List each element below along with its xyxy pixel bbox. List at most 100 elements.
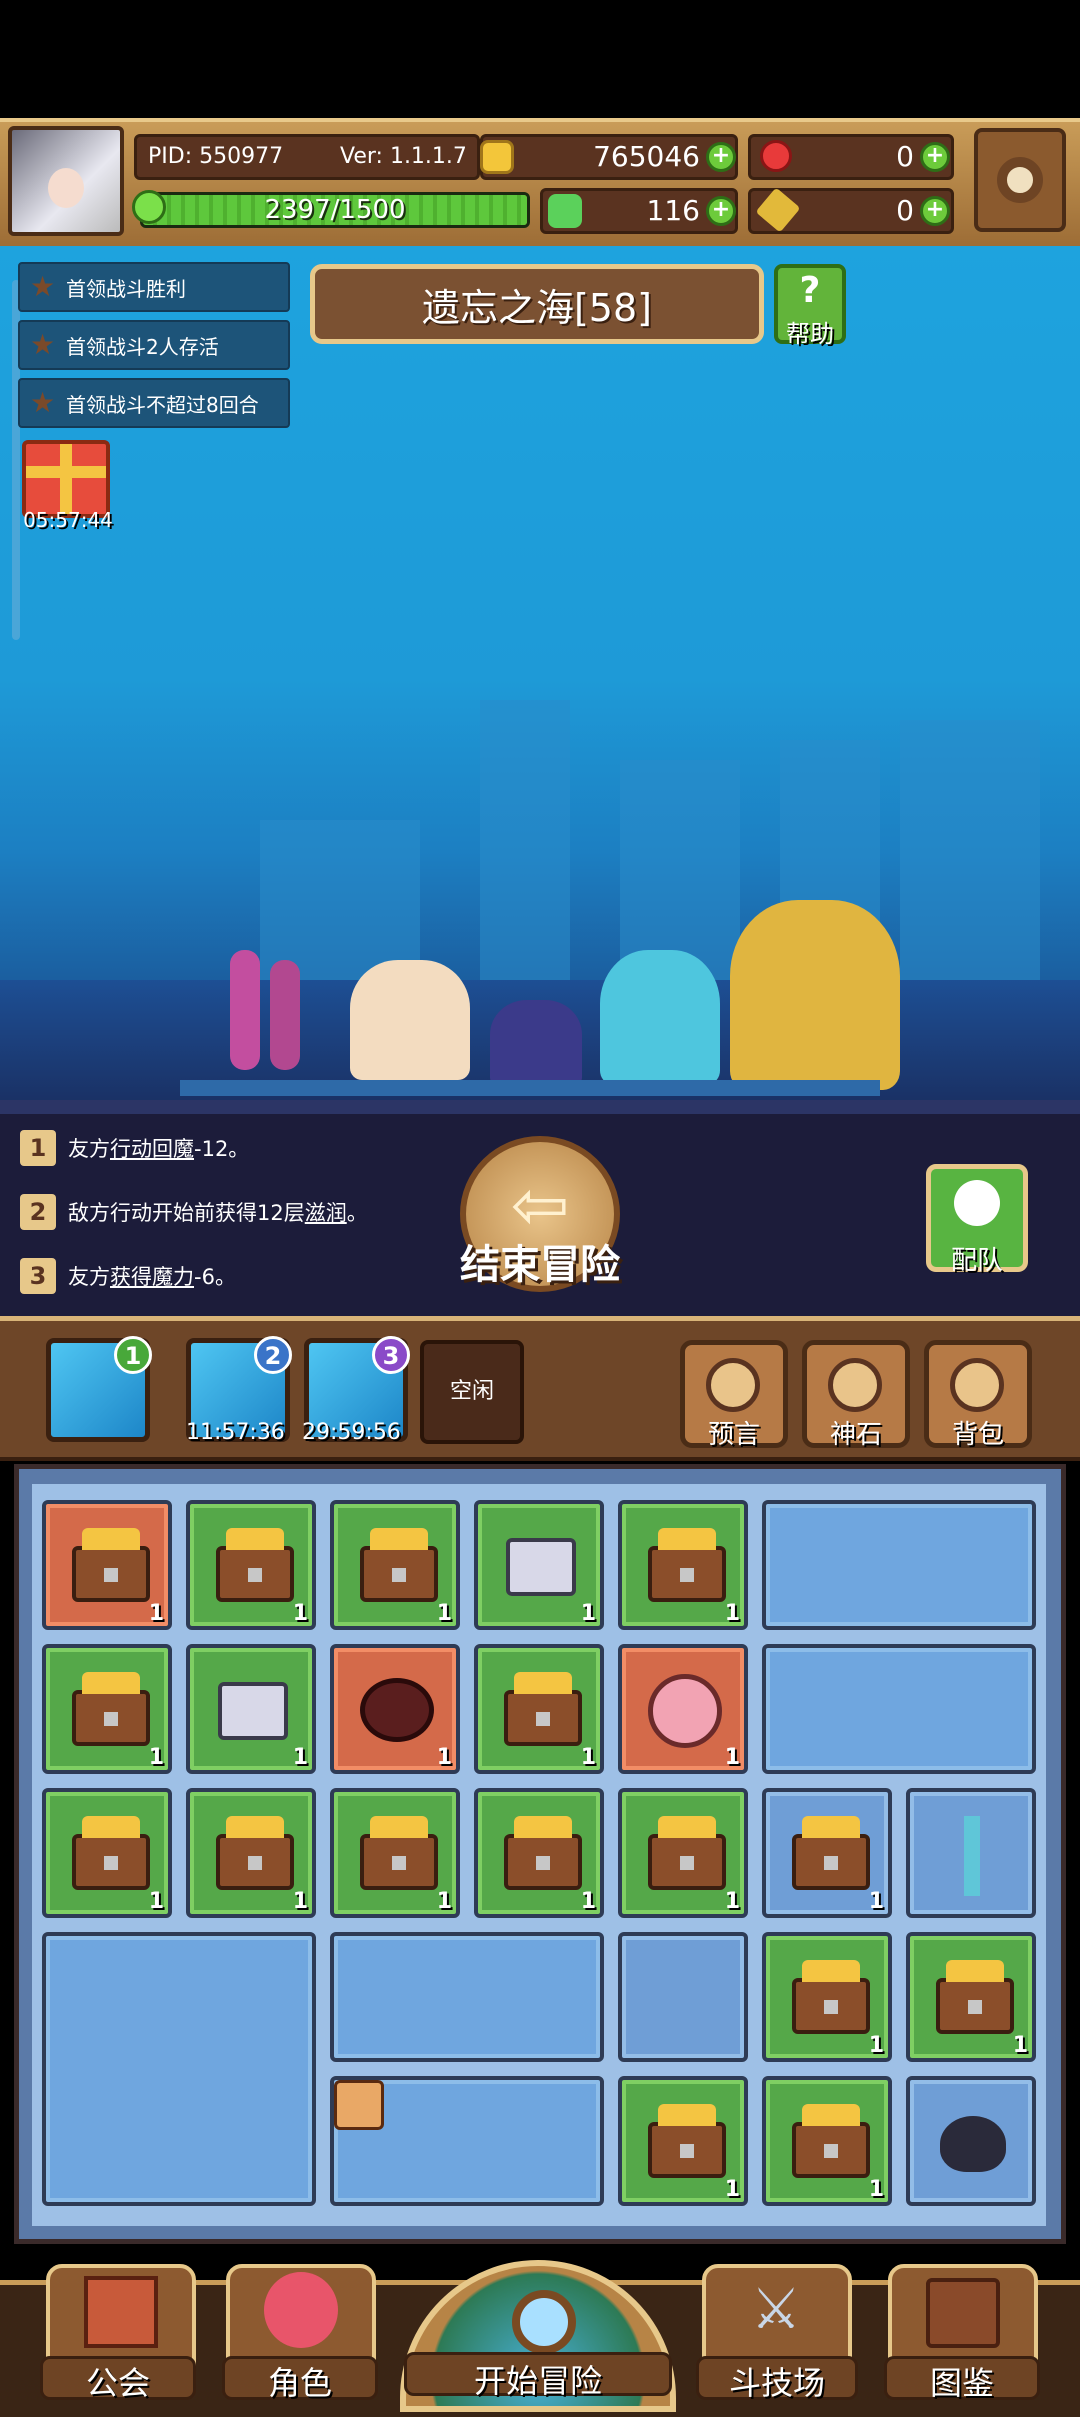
idle-slot[interactable]: 空闲 [420,1340,524,1444]
map-cell-anchor[interactable] [906,1788,1036,1918]
ground-edge [0,1100,1080,1114]
map-cell-silver-chest[interactable]: 1 [186,1644,316,1774]
gold-coin-icon [480,140,514,174]
nav-guild-label: 公会 [85,2364,150,2402]
godstone-icon [828,1358,882,1412]
character-icon [264,2272,338,2348]
map-cell-monster[interactable]: 1 [330,1644,460,1774]
team-label: 配队 [950,1246,1003,1276]
map-terrain-turtle [762,1644,1036,1774]
map-cell-chest[interactable]: 1 [330,1788,460,1918]
pid-text: PID: 550977 [148,144,284,169]
slot-badge: 1 [114,1336,152,1374]
map-cell-chest[interactable]: 1 [474,1788,604,1918]
keyword-link[interactable]: 获得魔力 [110,1261,194,1291]
backpack-icon [950,1358,1004,1412]
battle-log-line: 3 友方 获得魔力 -6。 [20,1256,236,1296]
backpack-label: 背包 [951,1420,1004,1450]
end-adventure-label: 结束冒险 [460,1242,620,1288]
version-text: Ver: 1.1.1.7 [340,144,467,169]
coral-decoration [230,950,260,1070]
start-adventure-label: 开始冒险 [473,2362,602,2400]
quest-item: ★ 首领战斗胜利 [18,262,290,312]
treasure-chest-icon [504,1816,582,1890]
treasure-chest-icon [72,1528,150,1602]
magnifier-icon [512,2290,576,2354]
map-cell-chest[interactable]: 1 [762,1932,892,2062]
map-cell-cauldron[interactable] [906,2076,1036,2206]
nav-codex-label: 图鉴 [929,2364,994,2402]
help-label: 帮助 [786,320,834,348]
map-cell-chest[interactable]: 1 [762,1788,892,1918]
map-cell-monster[interactable]: 1 [618,1644,748,1774]
guild-house-icon [84,2276,158,2348]
map-cell-chest[interactable]: 1 [618,2076,748,2206]
map-cell-chest[interactable]: 1 [906,1932,1036,2062]
silver-chest-icon [506,1538,576,1596]
anchor-icon [964,1816,980,1896]
hero-character[interactable] [730,900,900,1090]
settings-button[interactable] [974,128,1066,232]
add-clover-button[interactable]: + [706,196,736,226]
add-ruby-button[interactable]: + [920,142,950,172]
battle-log-line: 2 敌方行动开始前获得12层 滋润。 [20,1192,368,1232]
godstone-label: 神石 [829,1420,882,1450]
map-cell-chest[interactable]: 1 [618,1500,748,1630]
hero-character[interactable] [600,950,720,1084]
star-icon: ★ [30,328,56,361]
area-title: 遗忘之海[58] [310,264,764,344]
ruin-pillar [900,720,1040,1000]
clover-amount: 116 [646,194,700,227]
nav-arena-label: 斗技场 [728,2364,825,2402]
treasure-chest-icon [360,1528,438,1602]
platform [180,1080,880,1096]
map-cell-chest[interactable]: 1 [42,1500,172,1630]
quest-item: ★ 首领战斗不超过8回合 [18,378,290,428]
slot-timer: 11:57:36 [186,1420,285,1445]
add-gold-button[interactable]: + [706,142,736,172]
treasure-chest-icon [216,1528,294,1602]
team-icon [954,1180,1000,1226]
map-cell-chest[interactable]: 1 [42,1788,172,1918]
slot-badge: 3 [372,1336,410,1374]
monster-icon [360,1678,434,1742]
map-cell-chest[interactable]: 1 [186,1788,316,1918]
monster-icon [648,1674,722,1748]
hero-character[interactable] [350,960,470,1080]
map-cell-chest[interactable]: 1 [474,1644,604,1774]
treasure-chest-icon [504,1672,582,1746]
slot-timer: 29:59:56 [302,1420,401,1445]
gift-timer: 05:57:44 [23,508,113,532]
hero-character[interactable] [490,1000,582,1086]
add-key-button[interactable]: + [920,196,950,226]
adventure-toolbar [0,1316,1080,1461]
keyword-link[interactable]: 滋润 [305,1197,347,1227]
treasure-chest-icon [648,2104,726,2178]
crystal-ball-icon [706,1358,760,1412]
treasure-chest-icon [792,2104,870,2178]
map-terrain-coral-arch [42,1932,316,2206]
map-cell-chest[interactable]: 1 [186,1500,316,1630]
cauldron-icon [940,2116,1006,2172]
map-cell-chest[interactable]: 1 [330,1500,460,1630]
treasure-chest-icon [648,1528,726,1602]
map-cell-silver-chest[interactable]: 1 [474,1500,604,1630]
treasure-chest-icon [792,1960,870,2034]
map-cell-chest[interactable]: 1 [618,1788,748,1918]
signpost-icon[interactable] [334,2080,384,2130]
map-cell-chest[interactable]: 1 [42,1644,172,1774]
crossed-swords-icon: ⚔ [750,2277,802,2342]
map-terrain-coral-ruins [762,1500,1036,1630]
map-cell-chest[interactable]: 1 [762,2076,892,2206]
treasure-chest-icon [72,1816,150,1890]
map-cell-empty[interactable] [618,1932,748,2062]
treasure-chest-icon [936,1960,1014,2034]
map-terrain-anemone [330,1932,604,2062]
player-avatar[interactable] [8,126,124,236]
silver-chest-icon [218,1682,288,1740]
treasure-chest-icon [792,1816,870,1890]
key-amount: 0 [896,194,914,227]
keyword-link[interactable]: 行动回魔 [110,1133,194,1163]
gift-box-icon[interactable] [22,440,110,518]
gold-amount: 765046 [593,140,700,173]
